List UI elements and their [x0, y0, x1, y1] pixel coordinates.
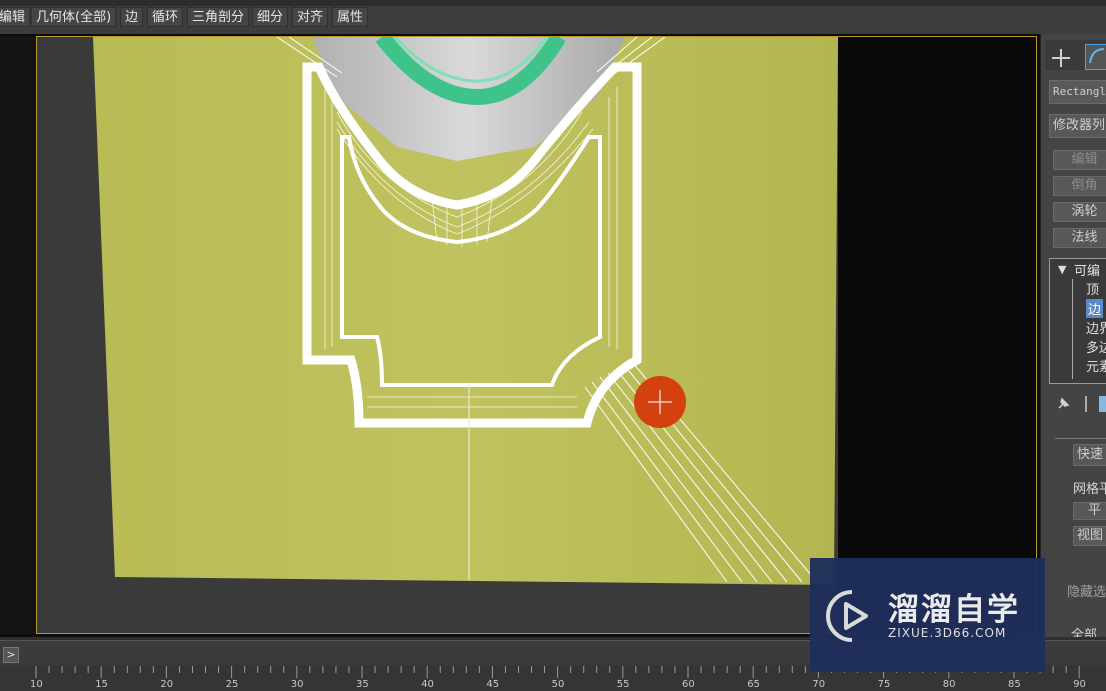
tool-loop[interactable]: 循环 [147, 7, 184, 27]
modifier-list-dropdown[interactable]: 修改器列 [1049, 114, 1106, 138]
modifier-button-normal[interactable]: 法线 [1053, 228, 1106, 248]
ruler-tick-label: 10 [30, 679, 43, 690]
edit-toolbar: 编辑 几何体(全部) 边 循环 三角剖分 细分 对齐 属性 [0, 0, 1106, 35]
tree-connector [1072, 279, 1073, 379]
ruler-tick-label: 50 [551, 679, 565, 690]
ruler-tick-label: 35 [356, 679, 369, 690]
ruler-tick-label: 55 [616, 679, 630, 690]
tree-expand-icon[interactable]: ▼ [1058, 263, 1066, 276]
play-logo-icon [826, 590, 868, 642]
tool-subdivide[interactable]: 细分 [252, 7, 289, 27]
watermark-subtitle: ZIXUE.3D66.COM [888, 626, 1007, 640]
panel-bottom-label: 全部 [1071, 628, 1098, 637]
modify-curve-icon [1089, 48, 1105, 64]
ruler-tick-label: 40 [421, 679, 434, 690]
tool-edge[interactable]: 边 [120, 7, 144, 27]
pin-stack-icon[interactable] [1055, 396, 1071, 416]
tool-align[interactable]: 对齐 [292, 7, 329, 27]
ruler-tick-label: 25 [225, 679, 239, 690]
stack-root-editable-poly[interactable]: 可编 [1074, 260, 1100, 279]
stack-item-vertex[interactable]: 顶 [1086, 279, 1099, 298]
ruler-tick-label: 45 [486, 679, 500, 690]
modify-tab[interactable] [1085, 44, 1106, 70]
ruler-tick-label: 15 [95, 679, 108, 690]
tool-geometry-all[interactable]: 几何体(全部) [31, 7, 117, 27]
ruler-tick-label: 70 [812, 679, 826, 690]
tool-triangulate[interactable]: 三角剖分 [187, 7, 250, 27]
stack-item-element[interactable]: 元素 [1086, 356, 1106, 375]
viewport[interactable] [36, 36, 1037, 634]
stack-item-border[interactable]: 边界 [1086, 318, 1106, 337]
ruler-tick-label: 90 [1073, 679, 1086, 690]
modifier-button-bevel[interactable]: 倒角 [1053, 176, 1106, 196]
rollout-divider [1055, 438, 1106, 439]
ruler-tick-label: 65 [747, 679, 760, 690]
toolbar-strip [0, 0, 1106, 6]
panel-separator [1085, 396, 1087, 412]
watermark-logo: 溜溜自学 ZIXUE.3D66.COM [810, 558, 1045, 672]
tool-properties[interactable]: 属性 [332, 7, 369, 27]
ruler-tick-label: 80 [942, 679, 956, 690]
flat-button[interactable]: 平 [1073, 502, 1106, 520]
modifier-stack-tree[interactable]: ▼ 可编 顶 边 边界 多边 元素 [1049, 258, 1106, 384]
object-name-field[interactable]: Rectangl [1049, 80, 1106, 104]
plus-icon [1052, 49, 1070, 67]
grid-label: 网格平 [1073, 482, 1106, 497]
modifier-button-edit[interactable]: 编辑 [1053, 150, 1106, 170]
ruler-tick-label: 85 [1008, 679, 1021, 690]
hide-selected-label[interactable]: 隐藏选 [1067, 581, 1106, 600]
stack-item-polygon[interactable]: 多边 [1086, 337, 1106, 356]
tool-edit[interactable]: 编辑 [0, 7, 31, 27]
view-button[interactable]: 视图 [1073, 526, 1106, 546]
viewport-left-margin [0, 36, 36, 634]
stack-item-edge[interactable]: 边 [1086, 299, 1104, 318]
ruler-tick-label: 60 [682, 679, 695, 690]
show-end-result-icon[interactable] [1099, 396, 1106, 412]
ruler-tick-label: 20 [160, 679, 174, 690]
watermark-title: 溜溜自学 [888, 592, 1020, 628]
ruler-tick-label: 30 [290, 679, 304, 690]
modifier-button-turbosmooth[interactable]: 涡轮 [1053, 202, 1106, 222]
create-tab[interactable] [1049, 46, 1073, 74]
viewport-scene[interactable] [37, 37, 1037, 634]
next-frame-button[interactable]: > [3, 647, 19, 663]
ruler-tick-label: 75 [877, 679, 891, 690]
quick-button[interactable]: 快速 [1073, 444, 1106, 466]
viewport-right-black [838, 37, 1036, 633]
